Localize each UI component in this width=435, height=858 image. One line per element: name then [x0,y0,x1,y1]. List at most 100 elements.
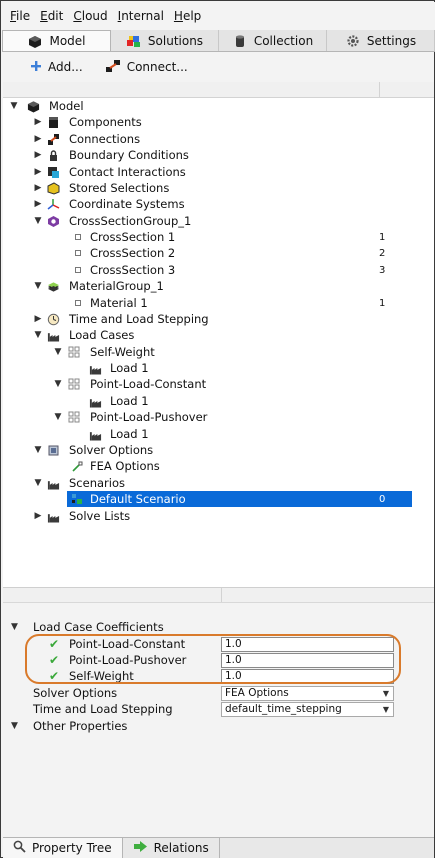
tree-item[interactable]: ▼ Solver Options [3,442,434,458]
tree-item[interactable]: ▶ Time and Load Stepping [3,311,434,327]
chevron-down-icon[interactable]: ▼ [9,101,19,111]
property-label: Solver Options [33,686,118,700]
plus-icon [30,60,42,75]
tab-label: Collection [253,33,314,48]
tree-item-label: Components [69,115,142,129]
chevron-down-icon[interactable]: ▼ [33,478,43,488]
tree-item[interactable]: ▼ Point-Load-Constant [3,376,434,392]
tree-item[interactable]: ▼ Load Cases [3,327,434,343]
tree-item[interactable]: ▶ Contact Interactions [3,164,434,180]
menu-edit[interactable]: Edit [40,9,63,23]
tree-item[interactable]: ▶ Boundary Conditions [3,147,434,163]
chevron-down-icon[interactable]: ▼ [53,412,63,422]
tree-item[interactable]: ▶ Stored Selections [3,180,434,196]
chevron-right-icon[interactable]: ▶ [33,314,43,324]
factory-icon [47,510,60,523]
tree-item-label: Load 1 [110,361,149,375]
tree-item[interactable]: Load 1 [3,393,434,409]
tree-item-count: 3 [379,264,386,276]
menu-file[interactable]: File [10,9,30,23]
tab-relations[interactable]: Relations [123,838,220,858]
chevron-right-icon[interactable]: ▶ [33,117,43,127]
small-square-icon [71,264,84,277]
tree-item[interactable]: FEA Options [3,458,434,474]
menu-help[interactable]: Help [174,9,201,23]
column-separator[interactable] [221,588,222,602]
tree-item[interactable]: ▼ Point-Load-Pushover [3,409,434,425]
tree-item-label: Stored Selections [69,181,170,195]
tree-item-label: Solver Options [69,443,154,457]
property-group-title: Other Properties [33,719,128,733]
tab-property-tree[interactable]: Property Tree [3,838,123,858]
chevron-down-icon[interactable]: ▼ [33,330,43,340]
tree-item-label: CrossSection 3 [90,263,176,277]
main-tabs: Model Solutions Collection Settings [2,30,435,52]
tab-collection[interactable]: Collection [219,30,327,51]
tree-item[interactable]: Load 1 [3,360,434,376]
tree-item[interactable]: ▶ Components [3,114,434,130]
add-button[interactable]: Add... [30,60,83,75]
tab-solutions[interactable]: Solutions [111,30,219,51]
column-separator[interactable] [379,82,380,97]
factory-icon [89,428,102,441]
tree-item[interactable]: ▶ Coordinate Systems [3,196,434,212]
selection-icon [47,181,60,195]
dropdown-arrow-icon[interactable]: ▼ [383,703,389,716]
factory-icon [89,362,102,375]
tree-item[interactable]: ▼ CrossSectionGroup_1 [3,213,434,229]
tree-item-label: Coordinate Systems [69,197,185,211]
model-cube-icon [27,100,40,113]
chevron-down-icon[interactable]: ▼ [11,622,18,632]
property-group-load-case-coefficients[interactable]: ▼ Load Case Coefficients [3,619,434,635]
chevron-down-icon[interactable]: ▼ [53,379,63,389]
chevron-right-icon[interactable]: ▶ [33,511,43,521]
tree-item[interactable]: ▼ Model [3,98,434,114]
tree-item[interactable]: Default Scenario 0 [67,491,412,507]
tree-item[interactable]: ▼ Scenarios [3,475,434,491]
chevron-right-icon[interactable]: ▶ [33,150,43,160]
tab-model[interactable]: Model [2,30,111,51]
tree-item[interactable]: CrossSection 3 3 [3,262,434,278]
clock-icon [47,313,60,326]
tree-item[interactable]: ▶ Connections [3,131,434,147]
solver-options-select[interactable]: FEA Options ▼ [221,685,394,701]
connect-button[interactable]: Connect... [105,59,188,76]
tree-item[interactable]: ▼ MaterialGroup_1 [3,278,434,294]
chevron-right-icon[interactable]: ▶ [33,199,43,209]
model-cube-icon [27,34,43,48]
tree-item[interactable]: Material 1 1 [3,295,434,311]
solutions-cubes-icon [126,34,142,48]
property-group-other[interactable]: ▼ Other Properties [3,718,434,734]
tree-item-label: Load 1 [110,394,149,408]
tab-settings[interactable]: Settings [327,30,435,51]
chevron-down-icon[interactable]: ▼ [11,721,18,731]
axes-icon [47,198,60,211]
select-value: FEA Options [225,686,289,699]
chevron-right-icon[interactable]: ▶ [33,134,43,144]
tab-label: Relations [153,841,209,855]
tree-item-label: CrossSection 2 [90,246,176,260]
chevron-right-icon[interactable]: ▶ [33,183,43,193]
tree-item[interactable]: ▶ Solve Lists [3,508,434,524]
chevron-down-icon[interactable]: ▼ [53,347,63,357]
chevron-down-icon[interactable]: ▼ [33,445,43,455]
collection-cylinder-icon [232,34,248,48]
connect-button-label: Connect... [126,60,188,74]
tree-item-label: Load 1 [110,427,149,441]
chevron-down-icon[interactable]: ▼ [33,281,43,291]
panel-splitter[interactable] [3,587,434,603]
tree-item[interactable]: CrossSection 2 2 [3,245,434,261]
chevron-down-icon[interactable]: ▼ [33,216,43,226]
application-window: File Edit Cloud Internal Help Model Solu… [0,0,435,858]
tree-item[interactable]: ▼ Self-Weight [3,344,434,360]
tree-item[interactable]: Load 1 [3,426,434,442]
menu-cloud[interactable]: Cloud [73,9,107,23]
contact-icon [47,166,60,179]
time-stepping-select[interactable]: default_time_stepping ▼ [221,701,394,717]
tab-label: Model [49,34,86,48]
tree-item[interactable]: CrossSection 1 1 [3,229,434,245]
arrow-right-icon [133,840,148,856]
dropdown-arrow-icon[interactable]: ▼ [383,687,389,700]
menu-internal[interactable]: Internal [118,9,164,23]
chevron-right-icon[interactable]: ▶ [33,167,43,177]
